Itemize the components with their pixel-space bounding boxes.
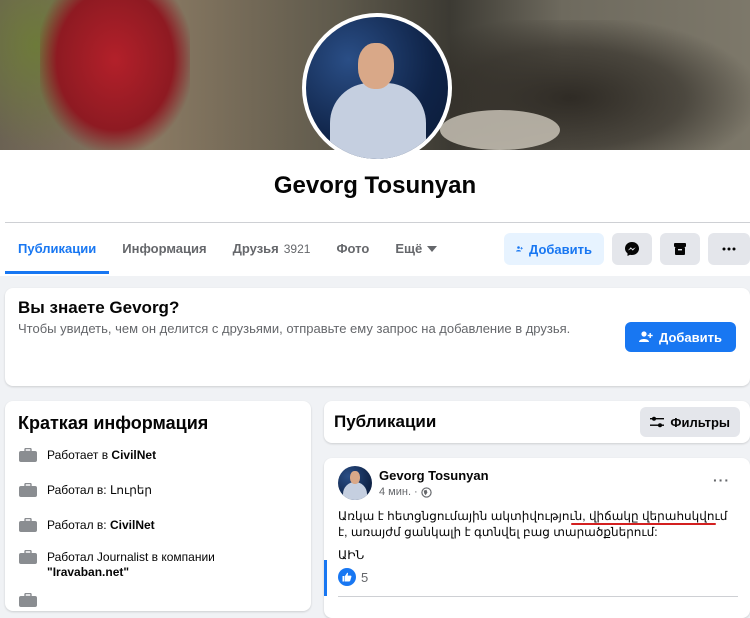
know-title: Вы знаете Gevorg? <box>18 298 180 317</box>
add-friend-label: Добавить <box>529 241 592 257</box>
tab-friends[interactable]: Друзья 3921 <box>220 226 324 272</box>
avatar-face <box>358 43 394 89</box>
messenger-button[interactable] <box>612 233 652 265</box>
post-reactions[interactable]: 5 <box>338 568 368 586</box>
avatar-body <box>330 83 426 159</box>
post-avatar[interactable] <box>338 466 372 500</box>
add-friend-icon <box>639 331 653 342</box>
intro-item-company[interactable]: "Iravaban.net" <box>47 565 129 579</box>
tab-friends-label: Друзья <box>232 241 279 256</box>
intro-item-company[interactable]: CivilNet <box>110 518 155 532</box>
post-more-button[interactable]: ··· <box>713 472 730 488</box>
tab-posts[interactable]: Публикации <box>5 226 110 274</box>
filter-icon <box>650 416 665 428</box>
know-text: Чтобы увидеть, чем он делится с друзьями… <box>18 321 571 336</box>
save-button[interactable] <box>660 233 700 265</box>
intro-title: Краткая информация <box>18 413 209 433</box>
intro-item-company[interactable]: CivilNet <box>111 448 156 462</box>
highlight-underline <box>571 523 716 525</box>
header-divider <box>5 222 750 223</box>
messenger-icon <box>625 242 639 256</box>
cover-photo-sheep <box>440 110 560 150</box>
intro-item: Работает в CivilNet <box>19 447 289 463</box>
post-signature: ԱԻՆ <box>338 548 365 562</box>
post-card: Gevorg Tosunyan 4 мин. · ··· Առկա է հետց… <box>324 458 750 618</box>
post-meta: 4 мин. · <box>379 486 432 498</box>
briefcase-icon <box>19 549 37 564</box>
post-divider <box>338 596 738 597</box>
profile-avatar[interactable] <box>302 13 452 163</box>
add-friend-icon <box>516 246 523 252</box>
tab-info[interactable]: Информация <box>109 226 219 272</box>
intro-card: Краткая информация Работает в CivilNet Р… <box>5 401 311 611</box>
bookmark-icon <box>674 243 686 255</box>
profile-actions: Добавить <box>504 233 750 265</box>
intro-item-prefix: Работал в: <box>47 518 110 532</box>
filters-button[interactable]: Фильтры <box>640 407 740 437</box>
briefcase-icon <box>19 592 37 607</box>
intro-item-company[interactable]: Լուրեր <box>110 483 152 497</box>
intro-item-text: Работает в CivilNet <box>47 448 156 463</box>
intro-item-text: Работал в: Լուրեր <box>47 483 152 498</box>
post-time[interactable]: 4 мин. <box>379 486 411 498</box>
caret-down-icon <box>427 246 438 252</box>
know-add-label: Добавить <box>659 329 722 345</box>
posts-title: Публикации <box>334 412 437 431</box>
more-icon <box>722 247 736 251</box>
tab-info-label: Информация <box>122 241 207 256</box>
intro-item-text: Работал в: CivilNet <box>47 518 155 533</box>
intro-item: Работал в: CivilNet <box>19 517 289 533</box>
briefcase-icon <box>19 482 37 497</box>
tab-photos-label: Фото <box>336 241 370 256</box>
profile-name: Gevorg Tosunyan <box>273 172 477 199</box>
intro-item-prefix: Работал в: <box>47 483 110 497</box>
know-card: Вы знаете Gevorg? Чтобы увидеть, чем он … <box>5 288 750 386</box>
filters-label: Фильтры <box>670 414 730 430</box>
intro-item-prefix: Работал Journalist в компании <box>47 550 215 564</box>
like-count: 5 <box>361 569 369 585</box>
cover-photo-figure <box>40 0 190 150</box>
post-author[interactable]: Gevorg Tosunyan <box>379 468 489 483</box>
globe-icon <box>421 486 432 498</box>
tab-more[interactable]: Ещё <box>382 226 450 272</box>
briefcase-icon <box>19 447 37 462</box>
know-add-button[interactable]: Добавить <box>625 322 736 352</box>
dot-separator: · <box>414 486 418 498</box>
tab-photos[interactable]: Фото <box>323 226 382 272</box>
like-icon <box>338 568 356 586</box>
tab-more-label: Ещё <box>395 241 423 256</box>
add-friend-button[interactable]: Добавить <box>504 233 604 265</box>
friends-count: 3921 <box>283 242 311 256</box>
intro-item: Работал в: Լուրեր <box>19 482 289 498</box>
briefcase-icon <box>19 517 37 532</box>
focus-indicator <box>324 560 327 596</box>
profile-tabs: Публикации Информация Друзья 3921 Фото Ещ… <box>5 226 450 274</box>
more-button[interactable] <box>708 233 750 265</box>
tab-posts-label: Публикации <box>18 240 97 256</box>
intro-item <box>19 592 289 607</box>
intro-item: Работал Journalist в компании "Iravaban.… <box>19 549 289 580</box>
intro-item-text: Работал Journalist в компании "Iravaban.… <box>47 550 289 580</box>
posts-header-card: Публикации Фильтры <box>324 401 750 443</box>
intro-item-prefix: Работает в <box>47 448 112 462</box>
